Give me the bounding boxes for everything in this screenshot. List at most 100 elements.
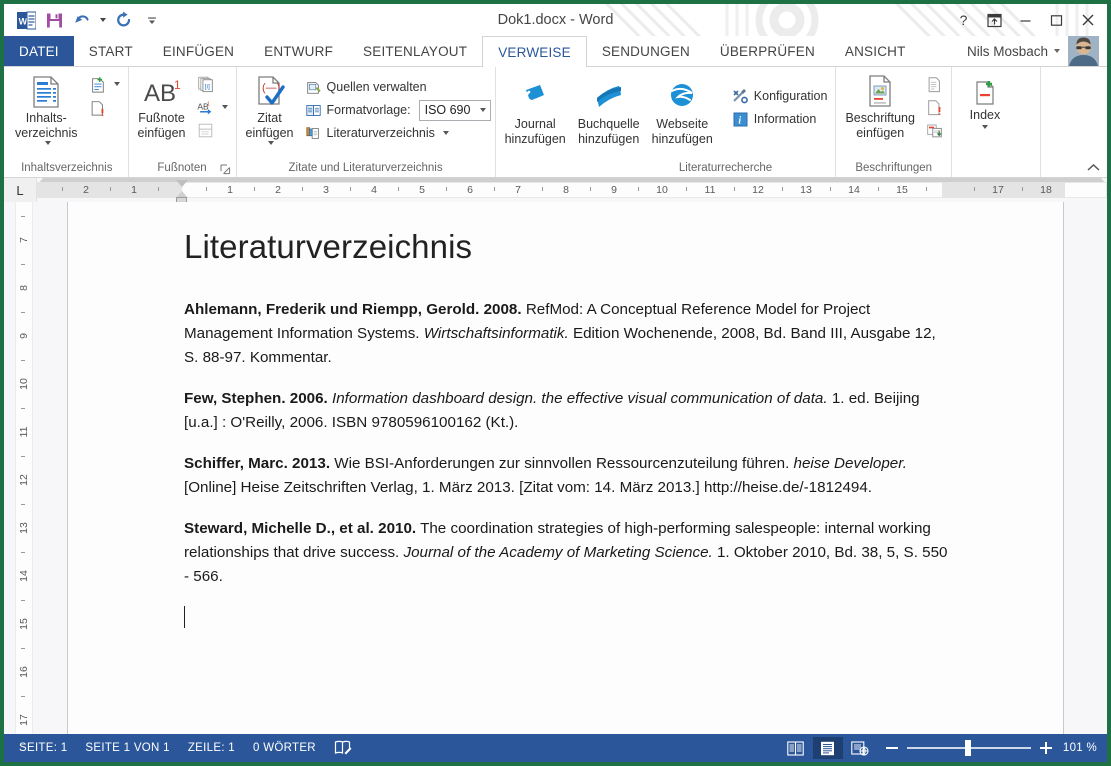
chevron-down-icon[interactable] (221, 105, 228, 109)
information-icon: i (732, 111, 749, 128)
zoom-slider-thumb[interactable] (964, 740, 971, 756)
beschriftung-einfuegen-button[interactable]: Beschriftung einfügen (840, 70, 919, 141)
vruler-tick (21, 504, 25, 505)
document-canvas[interactable]: Literaturverzeichnis Ahlemann, Frederik … (37, 202, 1107, 734)
svg-text:[i]: [i] (204, 83, 209, 90)
literaturverzeichnis-button[interactable]: Literaturverzeichnis (301, 122, 491, 144)
querverweis-button[interactable] (922, 119, 947, 141)
status-line[interactable]: ZEILE: 1 (179, 737, 244, 759)
bibliography-entry: Steward, Michelle D., et al. 2010. The c… (184, 517, 953, 589)
quellen-verwalten-label: Quellen verwalten (326, 80, 427, 94)
insert-caption-icon (863, 73, 897, 111)
group-label-literaturrecherche: Literaturrecherche (678, 162, 773, 174)
vruler-tick (21, 696, 25, 697)
naechste-fussnote-button[interactable]: AB 1 (193, 96, 232, 118)
chevron-down-icon[interactable] (113, 82, 120, 86)
notizen-anzeigen-button[interactable] (193, 119, 232, 141)
print-layout-view-button[interactable] (812, 737, 843, 759)
zoom-in-button[interactable] (1039, 741, 1053, 755)
avatar[interactable] (1068, 36, 1099, 66)
help-button[interactable]: ? (948, 5, 979, 35)
webseite-hinzufuegen-button[interactable]: Webseite hinzufügen (647, 76, 718, 147)
tab-ueberpruefen[interactable]: ÜBERPRÜFEN (705, 36, 830, 66)
work-area: L 2 1 1 2 3 4 5 6 7 8 9 10 11 12 13 14 1… (4, 178, 1107, 745)
configuration-icon (732, 88, 749, 105)
svg-text:AB: AB (144, 80, 176, 107)
abbildungsverzeichnis-einfuegen-button[interactable] (922, 73, 947, 95)
first-line-indent-marker[interactable] (176, 180, 188, 187)
web-layout-view-button[interactable] (845, 737, 875, 759)
read-mode-view-button[interactable] (781, 737, 811, 759)
chevron-down-icon[interactable] (981, 125, 988, 129)
tab-ansicht[interactable]: ANSICHT (830, 36, 921, 66)
fussnote-einfuegen-button[interactable]: AB 1 Fußnote einfügen (133, 70, 191, 141)
close-button[interactable] (1072, 5, 1103, 35)
tab-entwurf[interactable]: ENTWURF (249, 36, 348, 66)
vruler-number: 14 (18, 570, 30, 582)
verzeichnis-aktualisieren-button[interactable] (922, 96, 947, 118)
save-icon[interactable] (41, 7, 67, 33)
chevron-down-icon[interactable] (442, 131, 449, 135)
document-row: 7 8 9 10 11 12 13 14 15 16 17 Literaturv… (4, 202, 1107, 745)
customize-qat-icon[interactable] (139, 7, 165, 33)
index-button[interactable]: Index (956, 70, 1014, 129)
window-controls: ? (948, 5, 1107, 35)
vruler-tick (21, 456, 25, 457)
konfiguration-label: Konfiguration (753, 89, 828, 103)
webseite-hinzufuegen-label: Webseite hinzufügen (651, 117, 713, 146)
tab-stop-selector[interactable]: L (4, 178, 37, 202)
inhaltsverzeichnis-aktualisieren-button[interactable] (85, 96, 124, 118)
group-label-fussnoten: Fußnoten (157, 162, 207, 174)
redo-icon[interactable] (111, 7, 137, 33)
vruler-number: 9 (18, 333, 30, 339)
word-logo-icon: W (13, 7, 39, 33)
status-page[interactable]: SEITE: 1 (10, 737, 76, 759)
collapse-ribbon-button[interactable] (1085, 159, 1101, 175)
ruler-tick (206, 187, 207, 191)
chevron-down-icon[interactable] (268, 141, 275, 145)
chevron-down-icon[interactable] (479, 108, 486, 112)
minimize-button[interactable] (1010, 5, 1041, 35)
tab-start[interactable]: START (74, 36, 148, 66)
ruler-tick (494, 187, 495, 191)
document-body[interactable]: Literaturverzeichnis Ahlemann, Frederik … (184, 228, 953, 628)
tab-seitenlayout[interactable]: SEITENLAYOUT (348, 36, 482, 66)
status-page-of[interactable]: SEITE 1 VON 1 (76, 737, 178, 759)
text-hinzufuegen-button[interactable] (85, 73, 124, 95)
tab-datei[interactable]: DATEI (4, 36, 74, 66)
document-page[interactable]: Literaturverzeichnis Ahlemann, Frederik … (67, 202, 1064, 734)
endnote-einfuegen-button[interactable]: [i] (193, 73, 232, 95)
chevron-down-icon[interactable] (44, 141, 51, 145)
zoom-level[interactable]: 101 % (1063, 742, 1101, 754)
account-dropdown-icon[interactable] (1054, 49, 1060, 53)
zoom-slider[interactable] (906, 740, 1031, 756)
zitat-einfuegen-button[interactable]: (—) Zitat einfügen (241, 70, 299, 145)
maximize-button[interactable] (1041, 5, 1072, 35)
information-button[interactable]: i Information (728, 108, 832, 130)
quellen-verwalten-button[interactable]: Quellen verwalten (301, 76, 491, 98)
vertical-ruler[interactable]: 7 8 9 10 11 12 13 14 15 16 17 (4, 202, 37, 745)
add-text-icon (89, 76, 106, 93)
tab-sendungen[interactable]: SENDUNGEN (587, 36, 705, 66)
konfiguration-button[interactable]: Konfiguration (728, 85, 832, 107)
ribbon-display-options-icon[interactable] (979, 5, 1010, 35)
status-words[interactable]: 0 WÖRTER (244, 737, 325, 759)
journal-hinzufuegen-button[interactable]: Journal hinzufügen (500, 76, 571, 147)
fussnoten-dialog-launcher[interactable] (220, 163, 232, 175)
account-area[interactable]: Nils Mosbach (967, 36, 1107, 66)
inhaltsverzeichnis-button[interactable]: Inhalts- verzeichnis (10, 70, 83, 145)
group-label-zitate: Zitate und Literaturverzeichnis (288, 162, 443, 174)
entry-details: [Online] Heise Zeitschriften Verlag, 1. … (184, 479, 873, 496)
undo-icon[interactable] (69, 7, 95, 33)
entry-author: Ahlemann, Frederik und Riempp, Gerold. 2… (184, 301, 522, 318)
buchquelle-hinzufuegen-button[interactable]: Buchquelle hinzufügen (573, 76, 645, 147)
formatvorlage-select[interactable]: ISO 690 (418, 99, 491, 121)
undo-dropdown-icon[interactable] (97, 7, 109, 33)
zitat-einfuegen-label: Zitat einfügen (245, 111, 294, 140)
tab-verweise[interactable]: VERWEISE (482, 36, 587, 67)
svg-text:i: i (738, 115, 741, 126)
horizontal-ruler[interactable]: 2 1 1 2 3 4 5 6 7 8 9 10 11 12 13 14 15 … (37, 178, 1107, 203)
zoom-out-button[interactable] (885, 741, 899, 755)
proofing-language-icon[interactable] (325, 737, 362, 759)
tab-einfuegen[interactable]: EINFÜGEN (148, 36, 249, 66)
